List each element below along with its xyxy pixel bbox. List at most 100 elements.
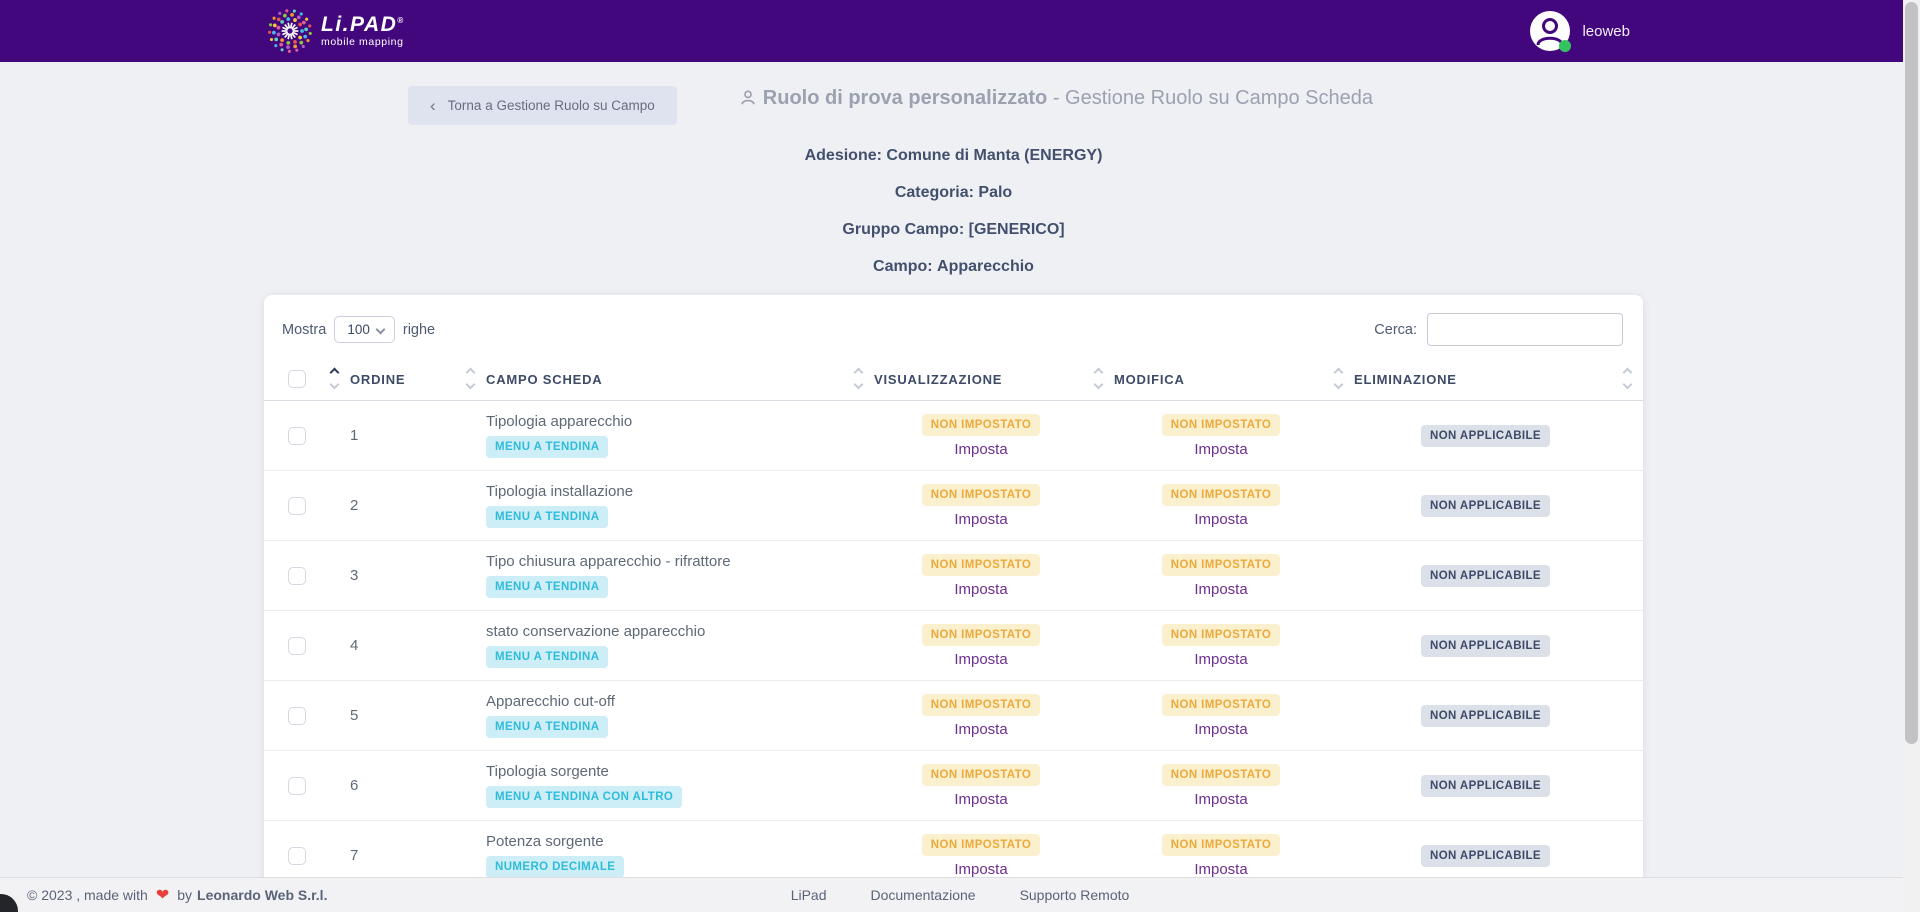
field-type-badge: MENU A TENDINA bbox=[486, 436, 608, 458]
edit-imposta-link[interactable]: Imposta bbox=[1114, 861, 1328, 878]
username: leoweb bbox=[1582, 23, 1630, 40]
sort-control[interactable] bbox=[1335, 369, 1342, 388]
header-modifica[interactable]: MODIFICA bbox=[1114, 360, 1354, 401]
view-status-badge: NON IMPOSTATO bbox=[922, 414, 1040, 436]
footer: © 2023 , made with ❤ by Leonardo Web S.r… bbox=[0, 877, 1920, 912]
sort-control[interactable] bbox=[1095, 369, 1102, 388]
user-menu[interactable]: leoweb bbox=[1530, 11, 1630, 51]
view-imposta-link[interactable]: Imposta bbox=[874, 721, 1088, 738]
footer-link-documentazione[interactable]: Documentazione bbox=[871, 887, 976, 903]
search-control: Cerca: bbox=[1374, 313, 1623, 346]
search-label: Cerca: bbox=[1374, 322, 1417, 338]
edit-imposta-link[interactable]: Imposta bbox=[1114, 441, 1328, 458]
topbar: Li.PAD® mobile mapping leoweb bbox=[0, 0, 1920, 62]
show-label: Mostra bbox=[282, 322, 326, 338]
page-length-select[interactable]: 100 bbox=[334, 316, 395, 343]
select-all-checkbox[interactable] bbox=[288, 370, 306, 388]
sort-control[interactable] bbox=[331, 369, 338, 388]
info-campo: Campo: Apparecchio bbox=[264, 258, 1643, 276]
page-title-role: Ruolo di prova personalizzato bbox=[763, 87, 1047, 109]
search-input[interactable] bbox=[1427, 313, 1623, 346]
order-number: 4 bbox=[350, 637, 358, 654]
page-length-control: Mostra 100 righe bbox=[282, 316, 435, 343]
field-name: Apparecchio cut-off bbox=[486, 693, 848, 710]
header-select-all bbox=[264, 360, 350, 401]
footer-link-lipad[interactable]: LiPad bbox=[791, 887, 827, 903]
edit-status-badge: NON IMPOSTATO bbox=[1162, 694, 1280, 716]
view-status-badge: NON IMPOSTATO bbox=[922, 834, 1040, 856]
edit-imposta-link[interactable]: Imposta bbox=[1114, 651, 1328, 668]
view-imposta-link[interactable]: Imposta bbox=[874, 441, 1088, 458]
header-visualizzazione[interactable]: VISUALIZZAZIONE bbox=[874, 360, 1114, 401]
avatar[interactable] bbox=[1530, 11, 1570, 51]
chevron-left-icon: ‹ bbox=[430, 97, 436, 114]
header-eliminazione[interactable]: ELIMINAZIONE bbox=[1354, 360, 1643, 401]
scrollbar-thumb[interactable] bbox=[1905, 2, 1918, 744]
info-categoria: Categoria: Palo bbox=[264, 184, 1643, 202]
row-checkbox[interactable] bbox=[288, 567, 306, 585]
table-controls: Mostra 100 righe Cerca: bbox=[264, 313, 1643, 360]
delete-status-badge: NON APPLICABILE bbox=[1421, 425, 1550, 447]
edit-status-badge: NON IMPOSTATO bbox=[1162, 764, 1280, 786]
page: Li.PAD® mobile mapping leoweb ‹ Torna a … bbox=[0, 0, 1920, 912]
header-ordine[interactable]: ORDINE bbox=[350, 360, 486, 401]
table-row: 2 Tipologia installazione MENU A TENDINA… bbox=[264, 471, 1643, 541]
row-checkbox[interactable] bbox=[288, 847, 306, 865]
table-row: 6 Tipologia sorgente MENU A TENDINA CON … bbox=[264, 751, 1643, 821]
field-name: Potenza sorgente bbox=[486, 833, 848, 850]
field-type-badge: MENU A TENDINA bbox=[486, 576, 608, 598]
vertical-scrollbar[interactable] bbox=[1903, 0, 1920, 912]
field-type-badge: MENU A TENDINA CON ALTRO bbox=[486, 786, 682, 808]
edit-status-badge: NON IMPOSTATO bbox=[1162, 484, 1280, 506]
view-status-badge: NON IMPOSTATO bbox=[922, 694, 1040, 716]
edit-imposta-link[interactable]: Imposta bbox=[1114, 791, 1328, 808]
sort-control[interactable] bbox=[467, 369, 474, 388]
row-checkbox[interactable] bbox=[288, 497, 306, 515]
delete-status-badge: NON APPLICABILE bbox=[1421, 775, 1550, 797]
field-name: stato conservazione apparecchio bbox=[486, 623, 848, 640]
table-row: 1 Tipologia apparecchio MENU A TENDINA N… bbox=[264, 401, 1643, 471]
table-card: Mostra 100 righe Cerca: bbox=[264, 295, 1643, 895]
row-checkbox[interactable] bbox=[288, 707, 306, 725]
view-imposta-link[interactable]: Imposta bbox=[874, 861, 1088, 878]
field-type-badge: MENU A TENDINA bbox=[486, 716, 608, 738]
logo-subtitle: mobile mapping bbox=[321, 37, 405, 48]
edit-imposta-link[interactable]: Imposta bbox=[1114, 581, 1328, 598]
table-row: 3 Tipo chiusura apparecchio - rifrattore… bbox=[264, 541, 1643, 611]
table-row: 5 Apparecchio cut-off MENU A TENDINA NON… bbox=[264, 681, 1643, 751]
edit-status-badge: NON IMPOSTATO bbox=[1162, 624, 1280, 646]
copyright: © 2023 , made with ❤ by Leonardo Web S.r… bbox=[27, 885, 327, 905]
order-number: 6 bbox=[350, 777, 358, 794]
delete-status-badge: NON APPLICABILE bbox=[1421, 565, 1550, 587]
sort-control[interactable] bbox=[855, 369, 862, 388]
row-checkbox[interactable] bbox=[288, 637, 306, 655]
order-number: 2 bbox=[350, 497, 358, 514]
row-checkbox[interactable] bbox=[288, 777, 306, 795]
view-imposta-link[interactable]: Imposta bbox=[874, 511, 1088, 528]
view-imposta-link[interactable]: Imposta bbox=[874, 651, 1088, 668]
view-imposta-link[interactable]: Imposta bbox=[874, 791, 1088, 808]
logo-title: Li.PAD bbox=[321, 13, 397, 36]
info-gruppo-campo: Gruppo Campo: [GENERICO] bbox=[264, 221, 1643, 239]
view-imposta-link[interactable]: Imposta bbox=[874, 581, 1088, 598]
delete-status-badge: NON APPLICABILE bbox=[1421, 705, 1550, 727]
sort-control[interactable] bbox=[1624, 369, 1631, 388]
order-number: 5 bbox=[350, 707, 358, 724]
logo-registered-mark: ® bbox=[397, 16, 404, 25]
logo[interactable]: Li.PAD® mobile mapping bbox=[267, 8, 405, 54]
back-button[interactable]: ‹ Torna a Gestione Ruolo su Campo bbox=[408, 86, 677, 125]
delete-status-badge: NON APPLICABILE bbox=[1421, 635, 1550, 657]
table-header-row: ORDINE CAMPO SCHEDA VISUALIZZAZIONE bbox=[264, 360, 1643, 401]
edit-imposta-link[interactable]: Imposta bbox=[1114, 511, 1328, 528]
chevron-down-icon bbox=[375, 325, 385, 335]
page-title: Ruolo di prova personalizzato - Gestione… bbox=[739, 86, 1373, 115]
logo-text: Li.PAD® mobile mapping bbox=[321, 14, 405, 48]
footer-link-supporto-remoto[interactable]: Supporto Remoto bbox=[1020, 887, 1130, 903]
info-adesione: Adesione: Comune di Manta (ENERGY) bbox=[264, 147, 1643, 165]
edit-imposta-link[interactable]: Imposta bbox=[1114, 721, 1328, 738]
header-campo-scheda[interactable]: CAMPO SCHEDA bbox=[486, 360, 874, 401]
view-status-badge: NON IMPOSTATO bbox=[922, 764, 1040, 786]
row-checkbox[interactable] bbox=[288, 427, 306, 445]
view-status-badge: NON IMPOSTATO bbox=[922, 624, 1040, 646]
delete-status-badge: NON APPLICABILE bbox=[1421, 845, 1550, 867]
